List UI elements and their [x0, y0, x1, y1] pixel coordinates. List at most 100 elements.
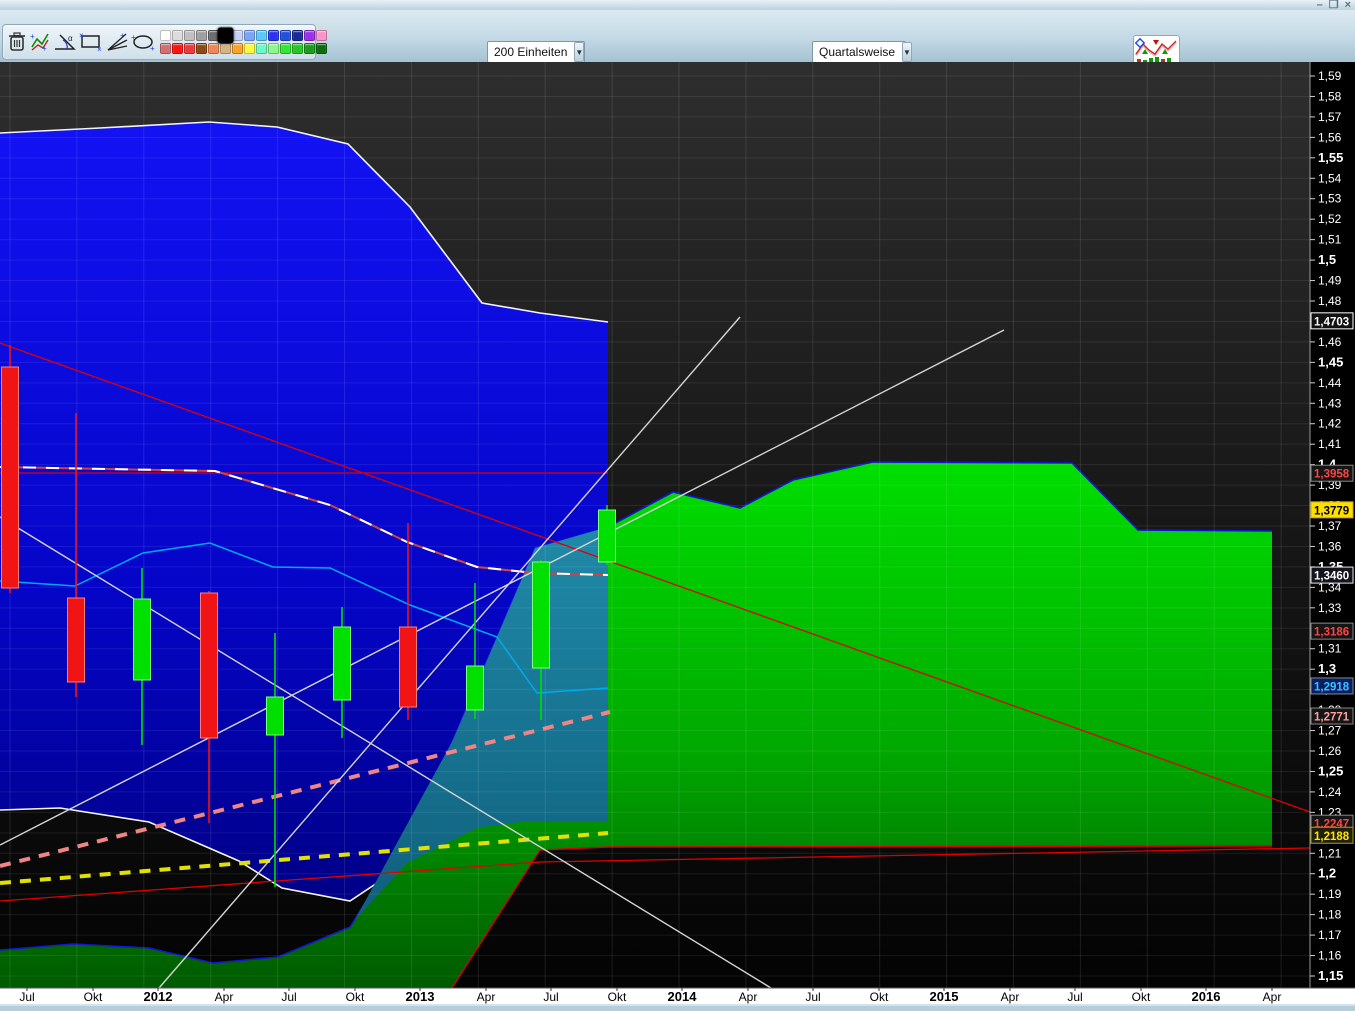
palette-swatch[interactable] — [292, 43, 303, 54]
palette-swatch[interactable] — [280, 30, 291, 41]
price-tick-label: 1,46 — [1318, 335, 1342, 349]
time-tick-label: Apr — [1001, 990, 1020, 1004]
palette-swatch[interactable] — [184, 30, 195, 41]
palette-swatch[interactable] — [268, 43, 279, 54]
color-palette — [160, 27, 327, 55]
price-tick-label: 1,16 — [1318, 949, 1342, 963]
price-tick-label: 1,48 — [1318, 294, 1342, 308]
time-axis: Jul Okt 2012 Apr Jul Okt 2013 Apr Jul Okt 2014 Apr J… — [0, 987, 1355, 1006]
price-tag: 1,4703 — [1310, 312, 1354, 330]
price-tick-label: 1,19 — [1318, 887, 1342, 901]
svg-text:α: α — [68, 34, 73, 43]
time-tick-label: 2016 — [1192, 989, 1221, 1004]
price-tick-label: 1,17 — [1318, 928, 1342, 942]
price-tick-label: 1,41 — [1318, 437, 1342, 451]
ellipse-icon: + + — [130, 32, 156, 52]
chart-canvas[interactable]: 1,59 1,58 1,57 1,56 1,55 1,54 1,53 1,52 1,51 1,5 1… — [0, 62, 1355, 1006]
palette-swatch[interactable] — [160, 43, 171, 54]
palette-swatch[interactable] — [220, 43, 231, 54]
price-tick-label: 1,42 — [1318, 417, 1342, 431]
palette-swatch[interactable] — [316, 30, 327, 41]
price-tick-label: 1,45 — [1318, 354, 1343, 369]
palette-swatch[interactable] — [244, 43, 255, 54]
palette-swatch[interactable] — [160, 30, 171, 41]
time-tick-label: 2012 — [144, 989, 173, 1004]
palette-swatch[interactable] — [232, 43, 243, 54]
palette-swatch[interactable] — [256, 30, 267, 41]
palette-swatch[interactable] — [196, 30, 207, 41]
svg-text:×: × — [97, 45, 102, 52]
time-tick-label: Apr — [1263, 990, 1282, 1004]
interval-dropdown-value: Quartalsweise — [819, 45, 896, 59]
rectangle-icon: × × — [79, 32, 103, 52]
palette-swatch-selected[interactable] — [217, 27, 234, 44]
palette-swatch[interactable] — [268, 30, 279, 41]
svg-text:1,2918: 1,2918 — [1314, 681, 1350, 693]
price-tick-label: 1,15 — [1318, 968, 1343, 983]
time-tick-label: Okt — [84, 990, 103, 1004]
palette-swatch[interactable] — [184, 43, 195, 54]
time-tick-label: Jul — [281, 990, 296, 1004]
palette-swatch[interactable] — [172, 30, 183, 41]
palette-swatch[interactable] — [232, 30, 243, 41]
svg-text:1,2188: 1,2188 — [1314, 831, 1350, 843]
svg-text:×: × — [79, 32, 84, 40]
palette-swatch[interactable] — [208, 43, 219, 54]
close-button[interactable]: × — [1345, 0, 1351, 11]
candlestick-up — [598, 505, 616, 565]
svg-text:1,3779: 1,3779 — [1314, 505, 1349, 517]
fan-lines-icon: + — [106, 32, 128, 52]
svg-text:+: + — [30, 32, 35, 41]
time-tick-label: Jul — [1067, 990, 1082, 1004]
interval-dropdown[interactable]: Quartalsweise ▼ — [812, 41, 912, 63]
tool-indicators[interactable]: + + — [29, 28, 51, 56]
candlestick-down — [1, 345, 19, 593]
price-tick-label: 1,56 — [1318, 130, 1342, 144]
price-tick-label: 1,31 — [1318, 642, 1342, 656]
palette-swatch[interactable] — [316, 43, 327, 54]
palette-swatch[interactable] — [292, 30, 303, 41]
toolbar: + + α × × + + + 200 Einheiten ▼ Quartals… — [0, 10, 1355, 66]
price-tag: 1,3460 — [1310, 566, 1354, 584]
price-tick-label: 1,26 — [1318, 744, 1342, 758]
price-tick-label: 1,21 — [1318, 846, 1342, 860]
chevron-down-icon[interactable]: ▼ — [902, 42, 912, 62]
time-tick-label: Okt — [1132, 990, 1151, 1004]
price-tick-label: 1,52 — [1318, 212, 1342, 226]
tool-ellipse[interactable]: + + — [131, 28, 155, 56]
palette-swatch[interactable] — [304, 43, 315, 54]
palette-swatch[interactable] — [172, 43, 183, 54]
svg-text:1,4703: 1,4703 — [1314, 316, 1349, 328]
tool-delete[interactable] — [7, 28, 27, 56]
price-tick-label: 1,37 — [1318, 519, 1342, 533]
price-tick-label: 1,58 — [1318, 89, 1342, 103]
minimize-button[interactable]: – — [1317, 0, 1323, 11]
price-tick-label: 1,18 — [1318, 908, 1342, 922]
drawing-tool-panel: + + α × × + + + — [2, 24, 327, 60]
palette-swatch[interactable] — [256, 43, 267, 54]
time-tick-label: Apr — [739, 990, 758, 1004]
time-tick-label: Okt — [608, 990, 627, 1004]
tool-fan-lines[interactable]: + — [105, 28, 129, 56]
time-tick-label: 2014 — [668, 989, 698, 1004]
price-tag: 1,3779 — [1310, 501, 1354, 519]
price-tick-label: 1,55 — [1318, 150, 1343, 165]
price-axis: 1,59 1,58 1,57 1,56 1,55 1,54 1,53 1,52 1,51 1,5 1… — [1309, 62, 1355, 988]
price-tag: 1,2918 — [1310, 677, 1354, 695]
restore-button[interactable]: ❐ — [1329, 0, 1339, 11]
tool-rectangle[interactable]: × × — [79, 28, 103, 56]
angle-icon: α — [54, 32, 76, 52]
palette-swatch[interactable] — [196, 43, 207, 54]
price-tick-label: 1,59 — [1318, 69, 1342, 83]
tool-angle[interactable]: α — [53, 28, 77, 56]
price-tick-label: 1,25 — [1318, 763, 1343, 778]
chevron-down-icon[interactable]: ▼ — [574, 42, 585, 62]
palette-swatch[interactable] — [244, 30, 255, 41]
units-dropdown-value: 200 Einheiten — [494, 45, 568, 59]
palette-swatch[interactable] — [280, 43, 291, 54]
palette-swatch[interactable] — [304, 30, 315, 41]
time-tick-label: Okt — [346, 990, 365, 1004]
chart-area: 1,59 1,58 1,57 1,56 1,55 1,54 1,53 1,52 1,51 1,5 1… — [0, 62, 1355, 1006]
price-tick-label: 1,24 — [1318, 785, 1342, 799]
units-dropdown[interactable]: 200 Einheiten ▼ — [487, 41, 585, 63]
